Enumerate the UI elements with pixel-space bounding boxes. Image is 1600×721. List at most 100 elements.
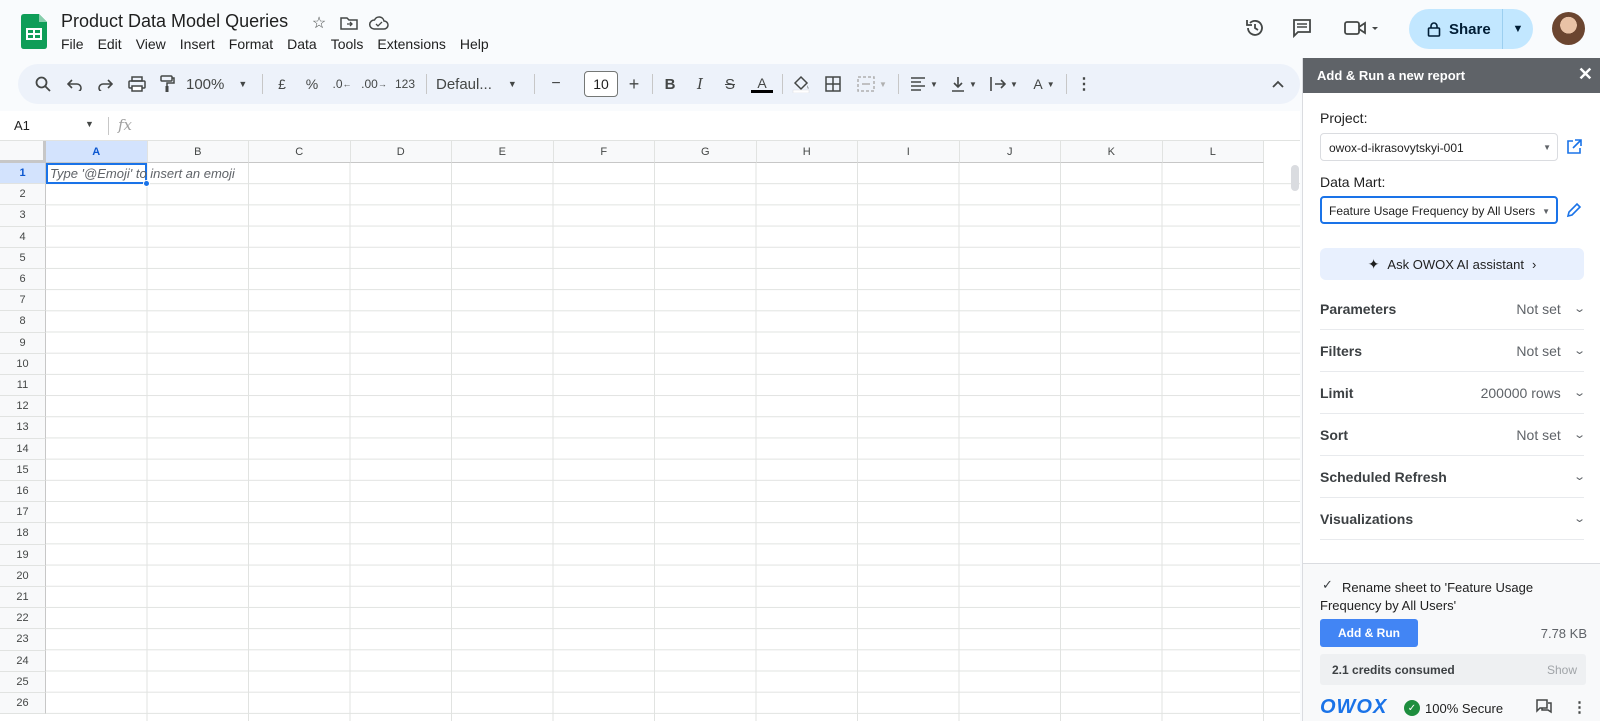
star-icon[interactable]: ☆: [308, 13, 330, 33]
visualizations-row[interactable]: Visualizations ⌄: [1320, 498, 1586, 540]
row-header-24[interactable]: 24: [0, 650, 46, 672]
font-select[interactable]: Defaul... ▼: [436, 72, 522, 96]
row-header-7[interactable]: 7: [0, 290, 46, 312]
menu-help[interactable]: Help: [453, 35, 496, 53]
column-header-h[interactable]: H: [756, 141, 858, 163]
row-header-21[interactable]: 21: [0, 587, 46, 609]
row-header-2[interactable]: 2: [0, 184, 46, 206]
search-menus-icon[interactable]: [32, 72, 54, 96]
column-header-b[interactable]: B: [147, 141, 249, 163]
column-header-l[interactable]: L: [1162, 141, 1264, 163]
bold-icon[interactable]: B: [660, 72, 680, 96]
horizontal-align-icon[interactable]: ▼: [906, 72, 942, 96]
ask-ai-assistant-button[interactable]: ✦ Ask OWOX AI assistant ›: [1320, 248, 1584, 280]
text-color-icon[interactable]: A: [750, 72, 774, 96]
datamart-select[interactable]: Feature Usage Frequency by All Users ▼: [1320, 196, 1558, 224]
menu-insert[interactable]: Insert: [173, 35, 222, 53]
column-header-a[interactable]: A: [46, 141, 148, 163]
sort-row[interactable]: Sort Not set ⌄: [1320, 414, 1586, 456]
more-vert-icon[interactable]: ⋮: [1572, 698, 1587, 718]
column-header-i[interactable]: I: [858, 141, 960, 163]
share-dropdown-icon[interactable]: ▼: [1503, 23, 1533, 35]
name-box[interactable]: A1: [14, 118, 30, 133]
undo-icon[interactable]: [64, 72, 86, 96]
row-header-6[interactable]: 6: [0, 269, 46, 291]
scheduled-refresh-row[interactable]: Scheduled Refresh ⌄: [1320, 456, 1586, 498]
credits-show-link[interactable]: Show: [1547, 663, 1577, 677]
fill-handle[interactable]: [143, 180, 150, 187]
add-run-button[interactable]: Add & Run: [1320, 619, 1418, 647]
row-header-3[interactable]: 3: [0, 205, 46, 227]
column-header-k[interactable]: K: [1061, 141, 1163, 163]
collapse-toolbar-icon[interactable]: [1268, 72, 1288, 96]
row-header-16[interactable]: 16: [0, 481, 46, 503]
sheets-logo-icon[interactable]: [21, 14, 47, 49]
avatar[interactable]: [1552, 12, 1585, 45]
filters-row[interactable]: Filters Not set ⌄: [1320, 330, 1586, 372]
menu-format[interactable]: Format: [222, 35, 280, 53]
name-box-caret-icon[interactable]: ▼: [85, 119, 94, 129]
strikethrough-icon[interactable]: S: [720, 72, 740, 96]
print-icon[interactable]: [126, 72, 148, 96]
document-title[interactable]: Product Data Model Queries: [61, 11, 288, 32]
format-currency-button[interactable]: £: [272, 72, 292, 96]
text-rotation-icon[interactable]: A ▼: [1026, 72, 1062, 96]
zoom-select[interactable]: 100% ▼: [186, 72, 248, 96]
select-all-corner[interactable]: [0, 141, 46, 163]
row-header-23[interactable]: 23: [0, 629, 46, 651]
row-header-8[interactable]: 8: [0, 311, 46, 333]
close-icon[interactable]: ✕: [1578, 64, 1593, 85]
row-header-17[interactable]: 17: [0, 502, 46, 524]
column-header-e[interactable]: E: [452, 141, 554, 163]
menu-extensions[interactable]: Extensions: [370, 35, 452, 53]
row-header-19[interactable]: 19: [0, 544, 46, 566]
decrease-decimal-button[interactable]: .0 ←: [330, 72, 354, 96]
font-size-input[interactable]: 10: [584, 71, 618, 97]
column-header-c[interactable]: C: [249, 141, 351, 163]
feedback-icon[interactable]: [1536, 698, 1552, 718]
vertical-scrollbar[interactable]: [1291, 165, 1299, 191]
share-button[interactable]: Share ▼: [1409, 9, 1533, 49]
row-header-14[interactable]: 14: [0, 438, 46, 460]
menu-data[interactable]: Data: [280, 35, 324, 53]
row-header-12[interactable]: 12: [0, 396, 46, 418]
menu-tools[interactable]: Tools: [324, 35, 371, 53]
row-header-9[interactable]: 9: [0, 332, 46, 354]
cloud-status-icon[interactable]: [368, 13, 390, 33]
column-header-g[interactable]: G: [655, 141, 757, 163]
project-select[interactable]: owox-d-ikrasovytskyi-001 ▼: [1320, 133, 1558, 161]
fill-color-icon[interactable]: [790, 72, 812, 96]
parameters-row[interactable]: Parameters Not set ⌄: [1320, 288, 1586, 330]
move-folder-icon[interactable]: [338, 13, 360, 33]
redo-icon[interactable]: [94, 72, 116, 96]
row-header-13[interactable]: 13: [0, 417, 46, 439]
borders-icon[interactable]: [822, 72, 844, 96]
italic-icon[interactable]: I: [690, 72, 710, 96]
open-external-icon[interactable]: [1564, 137, 1584, 157]
row-header-18[interactable]: 18: [0, 523, 46, 545]
row-header-15[interactable]: 15: [0, 459, 46, 481]
paint-format-icon[interactable]: [156, 72, 178, 96]
column-header-j[interactable]: J: [959, 141, 1061, 163]
vertical-align-icon[interactable]: ▼: [946, 72, 982, 96]
column-header-d[interactable]: D: [350, 141, 452, 163]
menu-edit[interactable]: Edit: [91, 35, 129, 53]
decrease-font-size-icon[interactable]: −: [546, 72, 566, 96]
cell-area[interactable]: [46, 163, 1300, 721]
row-header-4[interactable]: 4: [0, 226, 46, 248]
version-history-icon[interactable]: [1243, 16, 1267, 40]
row-header-25[interactable]: 25: [0, 671, 46, 693]
row-header-22[interactable]: 22: [0, 608, 46, 630]
menu-view[interactable]: View: [129, 35, 173, 53]
row-header-11[interactable]: 11: [0, 375, 46, 397]
row-header-1[interactable]: 1: [0, 163, 46, 185]
text-wrapping-icon[interactable]: ▼: [986, 72, 1022, 96]
menu-file[interactable]: File: [54, 35, 91, 53]
more-formats-button[interactable]: 123: [392, 72, 418, 96]
limit-row[interactable]: Limit 200000 rows ⌄: [1320, 372, 1586, 414]
merge-cells-icon[interactable]: ▼: [852, 72, 892, 96]
more-options-icon[interactable]: ⋮: [1074, 72, 1094, 96]
increase-font-size-icon[interactable]: +: [624, 72, 644, 96]
format-percent-button[interactable]: %: [302, 72, 322, 96]
increase-decimal-button[interactable]: .00 →: [360, 72, 388, 96]
